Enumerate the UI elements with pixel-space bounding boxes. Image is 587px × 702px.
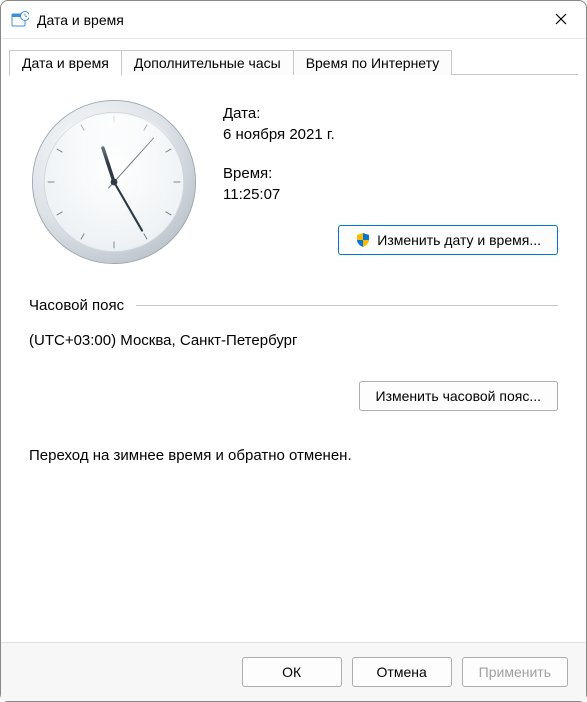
dialog-footer: ОК Отмена Применить [1,642,586,701]
divider [136,305,558,306]
ok-button[interactable]: ОК [242,657,342,687]
tab-label: Дополнительные часы [134,55,281,71]
button-label: Отмена [377,664,427,680]
tab-content: Дата: 6 ноября 2021 г. Время: 11:25:07 [1,75,586,642]
timezone-value: (UTC+03:00) Москва, Санкт-Петербург [29,332,558,349]
date-label: Дата: [223,105,558,122]
datetime-app-icon [11,11,29,29]
window-title: Дата и время [37,12,536,28]
apply-button[interactable]: Применить [462,657,568,687]
tab-label: Время по Интернету [306,55,440,71]
tab-internet-time[interactable]: Время по Интернету [293,50,453,75]
tab-additional-clocks[interactable]: Дополнительные часы [121,50,294,75]
button-label: Изменить часовой пояс... [376,388,541,404]
datetime-row: Дата: 6 ноября 2021 г. Время: 11:25:07 [29,97,558,267]
close-button[interactable] [536,1,586,39]
analog-clock [29,97,199,267]
close-icon [555,12,567,28]
tab-strip: Дата и время Дополнительные часы Время п… [1,45,586,75]
button-label: Применить [479,664,551,680]
dst-note: Переход на зимнее время и обратно отмене… [29,447,558,464]
date-value: 6 ноября 2021 г. [223,126,558,143]
titlebar: Дата и время [1,1,586,39]
button-label: Изменить дату и время... [377,232,541,248]
change-datetime-button[interactable]: Изменить дату и время... [338,225,558,255]
time-label: Время: [223,165,558,182]
timezone-section-header: Часовой пояс [29,297,558,314]
button-label: ОК [282,664,301,680]
datetime-info: Дата: 6 ноября 2021 г. Время: 11:25:07 [223,97,558,267]
time-value: 11:25:07 [223,186,558,203]
uac-shield-icon [355,232,371,248]
timezone-header-label: Часовой пояс [29,297,124,314]
change-timezone-button[interactable]: Изменить часовой пояс... [359,381,558,411]
tab-label: Дата и время [22,55,109,71]
cancel-button[interactable]: Отмена [352,657,452,687]
tab-date-time[interactable]: Дата и время [9,50,122,76]
